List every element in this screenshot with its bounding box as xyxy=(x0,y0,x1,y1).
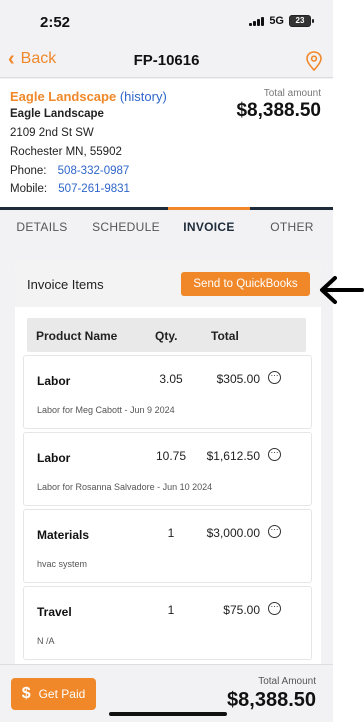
bottom-bar: $ Get Paid Total Amount $8,388.50 xyxy=(0,664,333,722)
item-total: $75.00 xyxy=(223,603,260,617)
phone-row: Phone: 508-332-0987 xyxy=(10,165,129,177)
customer-company: Eagle Landscape xyxy=(10,108,104,120)
send-to-quickbooks-button[interactable]: Send to QuickBooks xyxy=(181,272,310,296)
tab-other[interactable]: OTHER xyxy=(258,210,326,245)
item-qty: 10.75 xyxy=(155,449,187,463)
column-qty: Qty. xyxy=(155,329,178,343)
address-line-2: Rochester MN, 55902 xyxy=(10,146,122,158)
invoice-card: Invoice Items Send to QuickBooks Product… xyxy=(15,261,321,671)
total-amount: $8,388.50 xyxy=(236,100,321,121)
invoice-header: Invoice Items Send to QuickBooks xyxy=(15,261,321,307)
column-total: Total xyxy=(211,329,239,343)
item-name: Labor xyxy=(37,374,71,388)
battery-icon: 23 xyxy=(289,15,314,27)
history-link[interactable]: (history) xyxy=(120,89,167,104)
phone-screen: 2:52 5G 23 ‹ Back FP-10616 Eagle Landsca… xyxy=(0,0,333,722)
item-total: $3,000.00 xyxy=(206,526,260,540)
nav-bar: ‹ Back FP-10616 xyxy=(0,44,333,78)
phone-link[interactable]: 508-332-0987 xyxy=(58,165,130,177)
invoice-item[interactable]: Materials 1 $3,000.00 ⋯ hvac system xyxy=(23,509,312,583)
bottom-total-label: Total Amount xyxy=(258,676,316,687)
arrow-left-icon xyxy=(320,276,364,304)
tab-details[interactable]: DETAILS xyxy=(8,210,76,245)
location-pin-icon[interactable] xyxy=(305,51,323,71)
item-qty: 3.05 xyxy=(159,372,183,386)
item-name: Materials xyxy=(37,528,90,542)
customer-name-row: Eagle Landscape (history) xyxy=(10,89,167,104)
tab-schedule[interactable]: SCHEDULE xyxy=(86,210,166,245)
mobile-label: Mobile: xyxy=(10,183,48,195)
invoice-item[interactable]: Travel 1 $75.00 ⋯ N /A xyxy=(23,586,312,660)
invoice-item[interactable]: Labor 3.05 $305.00 ⋯ Labor for Meg Cabot… xyxy=(23,355,312,429)
tab-invoice[interactable]: INVOICE xyxy=(168,210,250,245)
tab-bar: DETAILS SCHEDULE INVOICE OTHER xyxy=(0,207,333,245)
invoice-item[interactable]: Labor 10.75 $1,612.50 ⋯ Labor for Rosann… xyxy=(23,432,312,506)
more-options-icon[interactable]: ⋯ xyxy=(268,602,281,615)
status-bar: 2:52 5G 23 xyxy=(0,0,333,44)
item-description: hvac system xyxy=(37,559,88,569)
address-line-1: 2109 2nd St SW xyxy=(10,127,94,139)
item-name: Travel xyxy=(37,605,72,619)
item-name: Labor xyxy=(37,451,71,465)
more-options-icon[interactable]: ⋯ xyxy=(268,371,281,384)
item-description: Labor for Meg Cabott - Jun 9 2024 xyxy=(37,405,175,415)
phone-label: Phone: xyxy=(10,165,47,177)
item-qty: 1 xyxy=(167,526,175,540)
dollar-icon: $ xyxy=(21,685,31,702)
invoice-title: Invoice Items xyxy=(27,277,104,292)
customer-name[interactable]: Eagle Landscape xyxy=(10,89,116,104)
mobile-link[interactable]: 507-261-9831 xyxy=(58,183,130,195)
network-label: 5G xyxy=(269,15,284,27)
customer-header: Eagle Landscape (history) Eagle Landscap… xyxy=(0,79,333,207)
column-product: Product Name xyxy=(36,329,118,343)
get-paid-button[interactable]: $ Get Paid xyxy=(11,678,96,710)
bottom-total-amount: $8,388.50 xyxy=(227,689,316,711)
item-description: Labor for Rosanna Salvadore - Jun 10 202… xyxy=(37,482,213,492)
item-total: $1,612.50 xyxy=(206,449,260,463)
more-options-icon[interactable]: ⋯ xyxy=(268,525,281,538)
invoice-column-headers: Product Name Qty. Total xyxy=(27,318,306,352)
mobile-row: Mobile: 507-261-9831 xyxy=(10,183,130,195)
status-time: 2:52 xyxy=(40,14,71,31)
total-amount-label: Total amount xyxy=(263,88,321,99)
status-indicators: 5G 23 xyxy=(249,15,314,27)
home-indicator xyxy=(109,712,227,716)
get-paid-label: Get Paid xyxy=(38,687,86,701)
more-options-icon[interactable]: ⋯ xyxy=(268,448,281,461)
item-description: N /A xyxy=(37,636,55,646)
item-total: $305.00 xyxy=(216,372,260,386)
page-title: FP-10616 xyxy=(133,52,200,69)
signal-icon xyxy=(249,16,265,26)
item-qty: 1 xyxy=(167,603,175,617)
